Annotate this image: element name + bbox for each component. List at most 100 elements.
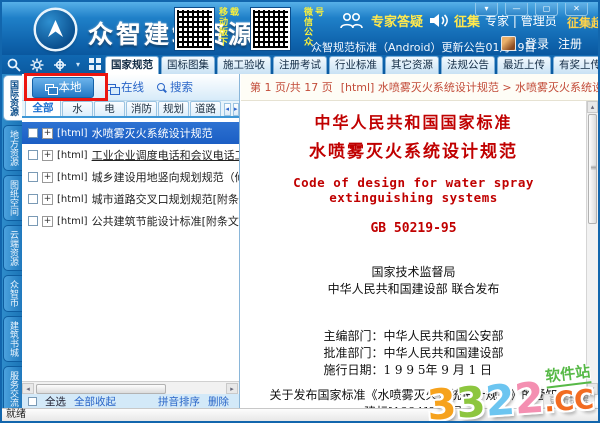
- sidebar-item-local-resources[interactable]: 地方资源: [3, 125, 22, 171]
- apps-grid-icon[interactable]: [89, 58, 102, 71]
- expert-qa-button[interactable]: 专家答疑: [338, 11, 423, 30]
- breadcrumb: 第 1 页/共 17 页 [html] 水喷雾灭火系统设计规范 > 水喷雾灭火系…: [241, 74, 598, 101]
- tab-national-atlas[interactable]: 国标图集: [161, 56, 215, 74]
- checkbox[interactable]: [28, 194, 38, 204]
- tab-reward-uploads[interactable]: 有奖上传: [553, 56, 598, 74]
- list-item[interactable]: [html] 城乡建设用地竖向规划规范（修订征求意见稿: [22, 166, 239, 188]
- scroll-left-icon[interactable]: [22, 383, 34, 394]
- minimize-icon[interactable]: [505, 3, 528, 16]
- watermark-digit: 3: [454, 376, 488, 423]
- list-footer-bar: 全选 全部收起 拼音排序 删除: [22, 394, 239, 408]
- checkbox[interactable]: [28, 216, 38, 226]
- tab-scroll-left-icon[interactable]: [224, 103, 231, 116]
- checkbox[interactable]: [28, 150, 38, 160]
- search-button[interactable]: 搜索: [157, 79, 193, 95]
- tab-construction-acceptance[interactable]: 施工验收: [217, 56, 271, 74]
- category-tab-electric[interactable]: 电: [94, 101, 125, 116]
- collapse-all-link[interactable]: 全部收起: [74, 394, 116, 409]
- close-icon[interactable]: [565, 3, 588, 16]
- expand-plus-icon[interactable]: [42, 171, 53, 183]
- online-button[interactable]: 在线: [107, 79, 144, 95]
- expand-plus-icon[interactable]: [42, 149, 53, 161]
- item-title[interactable]: 公共建筑节能设计标准[附条文说明]: [92, 213, 239, 229]
- doc-standard-code: GB 50219-95: [370, 221, 457, 236]
- speaker-icon: [430, 14, 448, 27]
- doc-title-cn1: 中华人民共和国国家标准: [314, 113, 513, 132]
- item-title[interactable]: 工业企业调度电话和会议电话工程设计规范[附: [92, 147, 239, 163]
- select-all-label[interactable]: 全选: [45, 394, 66, 409]
- qr-code-mobile: [174, 7, 215, 51]
- list-item[interactable]: [html] 工业企业调度电话和会议电话工程设计规范[附: [22, 144, 239, 166]
- login-link[interactable]: 登录: [525, 35, 549, 52]
- list-item[interactable]: [html] 城市道路交叉口规划规范[附条文说明]: [22, 188, 239, 210]
- toolbar: ▾ 国家规范 国标图集 施工验收 注册考试 行业标准 其它资源 法规公告 最近上…: [2, 55, 598, 74]
- list-item[interactable]: [html] 公共建筑节能设计标准[附条文说明]: [22, 210, 239, 232]
- item-title[interactable]: 城市道路交叉口规划规范[附条文说明]: [92, 191, 239, 207]
- delete-link[interactable]: 删除: [208, 394, 229, 409]
- expand-plus-icon[interactable]: [42, 215, 53, 227]
- search-icon[interactable]: [7, 58, 21, 72]
- tab-industry-standards[interactable]: 行业标准: [329, 56, 383, 74]
- checkbox[interactable]: [28, 172, 38, 182]
- tab-regulations[interactable]: 法规公告: [441, 56, 495, 74]
- sidebar-item-drawing-space[interactable]: 图纸空间: [3, 175, 22, 221]
- document-tree: [html] 水喷雾灭火系统设计规范 [html] 工业企业调度电话和会议电话工…: [22, 120, 239, 381]
- search-button-label: 搜索: [170, 80, 193, 94]
- snapshot-icon[interactable]: [53, 58, 67, 72]
- select-all-checkbox[interactable]: [28, 396, 37, 406]
- item-title[interactable]: 水喷雾灭火系统设计规范: [92, 125, 213, 141]
- sidebar-item-service[interactable]: 服务交流: [3, 366, 22, 412]
- horizontal-scrollbar[interactable]: [22, 381, 239, 394]
- expert-qa-label: 专家答疑: [371, 15, 424, 30]
- doc-approve-dept: 批准部门：中华人民共和国建设部: [323, 346, 504, 360]
- category-tab-all[interactable]: 全部: [25, 99, 61, 116]
- tab-national-codes[interactable]: 国家规范: [105, 56, 159, 74]
- sidebar-item-bookstore[interactable]: 建筑书城: [3, 316, 22, 362]
- snapshot-dropdown-icon[interactable]: ▾: [76, 60, 80, 69]
- scrollbar-thumb[interactable]: [36, 383, 166, 394]
- online-button-label: 在线: [121, 80, 144, 94]
- item-title[interactable]: 城乡建设用地竖向规划规范（修订征求意见稿: [92, 169, 239, 185]
- collect-super-label[interactable]: 征集超级: [567, 14, 598, 31]
- category-tab-water[interactable]: 水: [62, 101, 93, 116]
- expand-plus-icon[interactable]: [42, 193, 53, 205]
- checkbox[interactable]: [28, 128, 38, 138]
- gear-icon[interactable]: [30, 58, 44, 72]
- source-switch-bar: 本地 在线 搜索: [22, 73, 239, 101]
- category-tab-fire[interactable]: 消防: [126, 101, 157, 116]
- people-icon: [340, 12, 363, 29]
- annotation-highlight-box: [24, 73, 108, 101]
- tab-registration-exam[interactable]: 注册考试: [273, 56, 327, 74]
- magnifier-icon: [157, 83, 165, 91]
- menu-dropdown-icon[interactable]: [475, 3, 498, 16]
- expand-plus-icon[interactable]: [42, 127, 53, 139]
- window-icon: [107, 83, 120, 95]
- sidebar: 国际资源 地方资源 图纸空间 云端资源 众智币 建筑书城 服务交流: [2, 74, 22, 412]
- breadcrumb-path[interactable]: [html] 水喷雾灭火系统设计规范 > 水喷雾灭火系统设计规范 GB 5021…: [341, 79, 598, 95]
- item-tag: [html]: [57, 215, 88, 227]
- qr-mobile-label: 移动版下载: [217, 7, 238, 47]
- scrollbar-thumb[interactable]: [588, 114, 597, 224]
- category-tab-planning[interactable]: 规划: [158, 101, 189, 116]
- document-panel: 第 1 页/共 17 页 [html] 水喷雾灭火系统设计规范 > 水喷雾灭火系…: [241, 74, 598, 408]
- scroll-right-icon[interactable]: [226, 383, 238, 394]
- sidebar-item-coins[interactable]: 众智币: [3, 275, 22, 312]
- sidebar-item-cloud-resources[interactable]: 云端资源: [3, 225, 22, 271]
- sidebar-item-international[interactable]: 国际资源: [3, 75, 22, 121]
- item-tag: [html]: [57, 127, 88, 139]
- category-tab-road[interactable]: 道路: [190, 101, 221, 116]
- avatar: [500, 36, 516, 51]
- tab-scroll-right-icon[interactable]: [232, 103, 239, 116]
- item-tag: [html]: [57, 149, 88, 161]
- watermark-digit: 2: [483, 374, 517, 423]
- doc-title-en: Code of design for water spray extinguis…: [293, 175, 534, 205]
- register-link[interactable]: 注册: [558, 35, 582, 52]
- vertical-scrollbar[interactable]: [586, 101, 598, 395]
- maximize-icon[interactable]: [535, 3, 558, 16]
- pinyin-sort-link[interactable]: 拼音排序: [158, 394, 200, 409]
- list-item[interactable]: [html] 水喷雾灭火系统设计规范: [22, 122, 239, 144]
- doc-title-cn2: 水喷雾灭火系统设计规范: [309, 142, 518, 162]
- scroll-up-icon[interactable]: [587, 101, 598, 113]
- tab-recent-uploads[interactable]: 最近上传: [497, 56, 551, 74]
- tab-other-resources[interactable]: 其它资源: [385, 56, 439, 74]
